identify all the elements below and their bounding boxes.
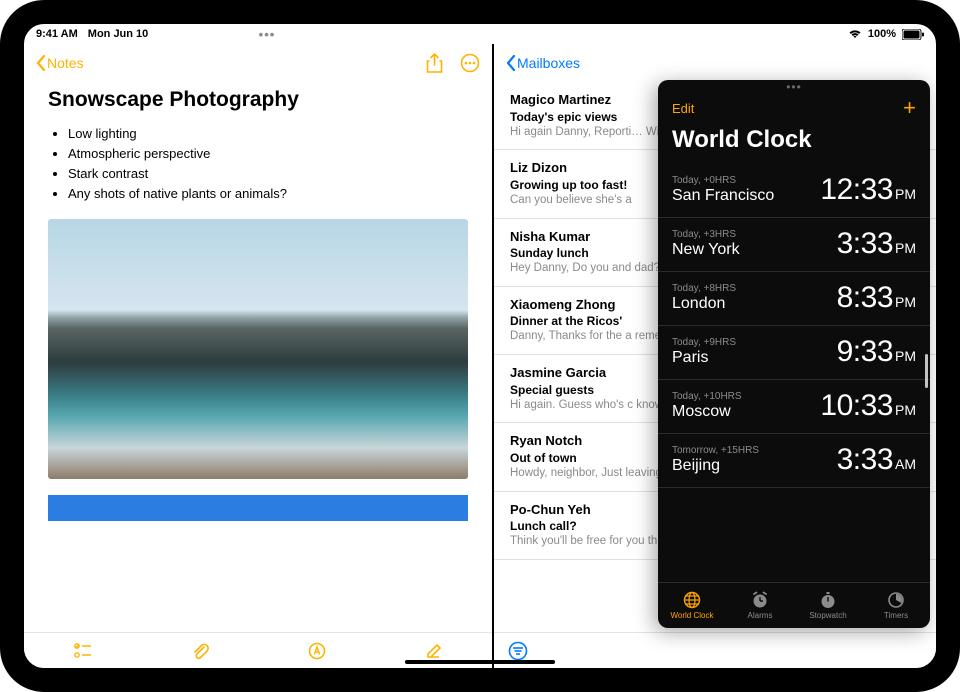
mailboxes-back-button[interactable]: Mailboxes — [506, 55, 580, 71]
clock-city: London — [672, 295, 736, 313]
mailboxes-back-label: Mailboxes — [517, 55, 580, 71]
more-icon[interactable] — [460, 53, 480, 73]
clock-slideover[interactable]: ••• Edit + World Clock Today, +0HRS San … — [658, 80, 930, 628]
globe-icon — [683, 591, 701, 609]
note-bullet: Low lighting — [68, 124, 468, 144]
tab-label: World Clock — [671, 611, 714, 620]
tab-label: Alarms — [748, 611, 773, 620]
status-bar: 9:41 AM Mon Jun 10 ••• 100% — [24, 24, 936, 44]
world-clock-row[interactable]: Today, +8HRS London 8:33PM — [658, 272, 930, 326]
checklist-icon[interactable] — [73, 641, 93, 661]
clock-add-button[interactable]: + — [903, 95, 916, 121]
attachment-icon[interactable] — [190, 641, 210, 661]
clock-ampm: PM — [895, 402, 916, 418]
clock-offset: Today, +9HRS — [672, 337, 736, 348]
clock-time: 12:33 — [820, 173, 893, 207]
clock-ampm: PM — [895, 240, 916, 256]
notes-nav-bar: Notes — [24, 44, 492, 82]
clock-offset: Today, +8HRS — [672, 283, 736, 294]
clock-tab-bar: World Clock Alarms Stopwatch — [658, 582, 930, 628]
clock-city: San Francisco — [672, 187, 774, 205]
world-clock-row[interactable]: Today, +0HRS San Francisco 12:33PM — [658, 164, 930, 218]
clock-offset: Today, +0HRS — [672, 175, 774, 186]
multitasking-handle-icon[interactable]: ••• — [252, 27, 282, 42]
clock-edit-button[interactable]: Edit — [672, 101, 694, 116]
timer-icon — [887, 591, 905, 609]
clock-time: 3:33 — [837, 227, 893, 261]
notes-app-pane: Notes Snowscape Photography Low lighting… — [24, 44, 494, 668]
world-clock-row[interactable]: Today, +9HRS Paris 9:33PM — [658, 326, 930, 380]
clock-city: New York — [672, 241, 740, 259]
note-bullet: Atmospheric perspective — [68, 144, 468, 164]
compose-icon[interactable] — [424, 641, 444, 661]
chevron-left-icon — [36, 55, 45, 71]
slideover-side-handle[interactable] — [925, 354, 928, 388]
clock-city: Beijing — [672, 457, 759, 475]
notes-back-button[interactable]: Notes — [36, 55, 84, 71]
clock-time: 8:33 — [837, 281, 893, 315]
tab-stopwatch[interactable]: Stopwatch — [794, 583, 862, 628]
mail-nav-bar: Mailboxes — [494, 44, 936, 82]
world-clock-row[interactable]: Today, +3HRS New York 3:33PM — [658, 218, 930, 272]
clock-time: 9:33 — [837, 335, 893, 369]
home-indicator[interactable] — [405, 660, 555, 664]
note-title: Snowscape Photography — [48, 88, 468, 112]
clock-ampm: PM — [895, 348, 916, 364]
battery-percent: 100% — [868, 28, 896, 40]
alarm-icon — [751, 591, 769, 609]
world-clock-row[interactable]: Today, +10HRS Moscow 10:33PM — [658, 380, 930, 434]
markup-icon[interactable] — [307, 641, 327, 661]
share-icon[interactable] — [424, 53, 444, 73]
filter-icon[interactable] — [508, 641, 528, 661]
note-inline-image-partial[interactable] — [48, 495, 468, 521]
tab-timers[interactable]: Timers — [862, 583, 930, 628]
clock-ampm: PM — [895, 186, 916, 202]
stopwatch-icon — [819, 591, 837, 609]
clock-time: 3:33 — [837, 443, 893, 477]
tab-alarms[interactable]: Alarms — [726, 583, 794, 628]
tab-label: Timers — [884, 611, 908, 620]
clock-offset: Today, +3HRS — [672, 229, 740, 240]
mail-toolbar — [494, 632, 936, 668]
clock-ampm: AM — [895, 456, 916, 472]
clock-ampm: PM — [895, 294, 916, 310]
clock-time: 10:33 — [820, 389, 893, 423]
clock-offset: Tomorrow, +15HRS — [672, 445, 759, 456]
slideover-grab-handle-icon[interactable]: ••• — [658, 80, 930, 96]
notes-back-label: Notes — [47, 55, 84, 71]
clock-offset: Today, +10HRS — [672, 391, 742, 402]
tab-world-clock[interactable]: World Clock — [658, 583, 726, 628]
tab-label: Stopwatch — [809, 611, 846, 620]
world-clock-list[interactable]: Today, +0HRS San Francisco 12:33PM Today… — [658, 164, 930, 582]
note-content[interactable]: Snowscape Photography Low lighting Atmos… — [24, 82, 492, 632]
note-inline-image[interactable] — [48, 219, 468, 479]
note-bullet: Any shots of native plants or animals? — [68, 184, 468, 204]
clock-city: Paris — [672, 349, 736, 367]
note-bullet: Stark contrast — [68, 164, 468, 184]
mail-app-pane: Mailboxes Magico Martinez Today's epic v… — [494, 44, 936, 668]
world-clock-row[interactable]: Tomorrow, +15HRS Beijing 3:33AM — [658, 434, 930, 488]
statusbar-time: 9:41 AM — [36, 28, 78, 40]
note-bullet-list: Low lighting Atmospheric perspective Sta… — [48, 124, 468, 205]
wifi-icon — [848, 29, 862, 39]
clock-city: Moscow — [672, 403, 742, 421]
battery-icon — [902, 29, 924, 40]
chevron-left-icon — [506, 55, 515, 71]
statusbar-date: Mon Jun 10 — [88, 28, 149, 40]
world-clock-title: World Clock — [658, 120, 930, 164]
